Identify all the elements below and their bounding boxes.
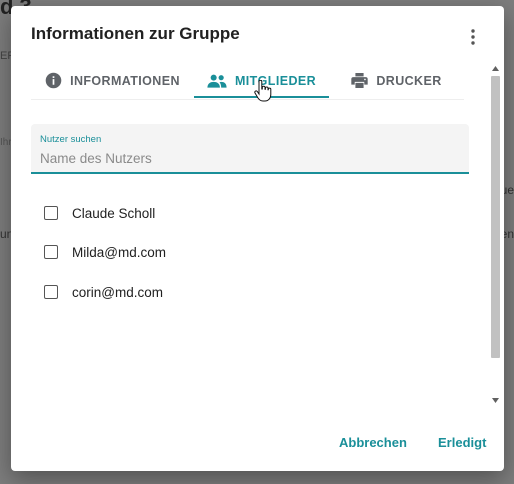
cancel-button[interactable]: Abbrechen — [331, 424, 415, 460]
member-checkbox[interactable] — [44, 245, 58, 259]
tab-drucker[interactable]: DRUCKER — [329, 62, 464, 99]
member-checkbox[interactable] — [44, 206, 58, 220]
member-label: Milda@md.com — [72, 244, 166, 260]
background-text-fragment: Ihr — [0, 137, 12, 148]
list-item[interactable]: Claude Scholl — [31, 198, 191, 228]
hand-pointer-cursor-icon — [254, 80, 272, 102]
more-options-button[interactable] — [463, 26, 483, 48]
search-label: Nutzer suchen — [40, 134, 102, 145]
group-info-dialog: Informationen zur Gruppe INFORMATIONEN M… — [11, 6, 504, 471]
caret-up-icon — [491, 65, 499, 71]
done-button[interactable]: Erledigt — [430, 424, 494, 460]
member-checkbox[interactable] — [44, 285, 58, 299]
more-vert-icon — [471, 29, 475, 45]
tab-bar: INFORMATIONEN MITGLIEDER DRUCKER — [31, 62, 464, 100]
caret-down-icon — [491, 397, 499, 403]
tab-label: DRUCKER — [376, 73, 442, 88]
member-label: Claude Scholl — [72, 205, 156, 221]
scroll-down-arrow[interactable] — [489, 394, 501, 406]
scroll-up-arrow[interactable] — [489, 62, 501, 74]
dialog-title: Informationen zur Gruppe — [31, 24, 240, 43]
member-label: corin@md.com — [72, 284, 163, 300]
printer-icon — [351, 73, 369, 88]
info-icon — [45, 72, 62, 89]
group-icon — [207, 74, 227, 88]
tab-label: INFORMATIONEN — [70, 73, 180, 88]
list-item[interactable]: Milda@md.com — [31, 237, 191, 267]
dialog-content: INFORMATIONEN MITGLIEDER DRUCKER Nutzer … — [11, 62, 504, 407]
tab-label: MITGLIEDER — [234, 73, 317, 88]
tab-informationen[interactable]: INFORMATIONEN — [31, 62, 194, 99]
scrollbar-thumb[interactable] — [491, 76, 500, 358]
dialog-actions: Abbrechen Erledigt — [11, 424, 504, 464]
search-field[interactable]: Nutzer suchen — [31, 124, 469, 174]
search-input[interactable] — [40, 148, 460, 168]
vertical-scrollbar[interactable] — [489, 62, 501, 407]
list-item[interactable]: corin@md.com — [31, 277, 191, 307]
